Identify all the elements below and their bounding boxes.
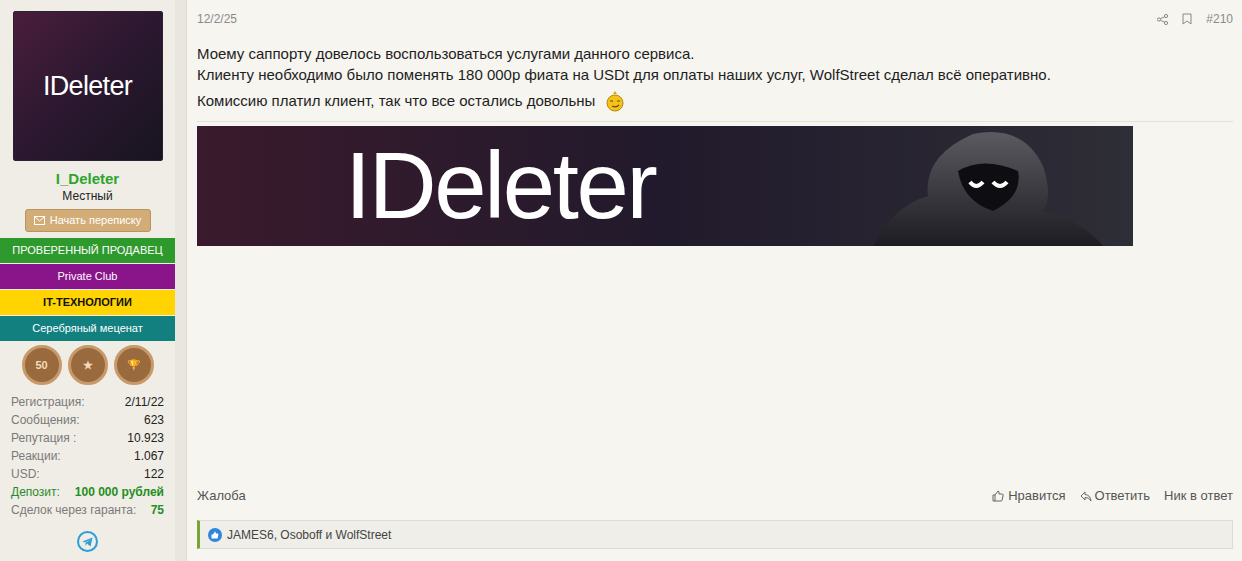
- post-line: Клиенту необходимо было поменять 180 000…: [197, 64, 1233, 85]
- user-title: Местный: [62, 188, 112, 204]
- trophy-icon[interactable]: ★: [68, 345, 108, 385]
- stat-row: Депозит:100 000 рублей: [11, 483, 164, 501]
- like-button[interactable]: Нравится: [992, 486, 1065, 506]
- stat-row: USD:122: [11, 465, 164, 483]
- post-number[interactable]: #210: [1206, 10, 1233, 28]
- user-banner: IT-ТЕХНОЛОГИИ: [0, 290, 175, 315]
- post-line: Комиссию платил клиент, так что все оста…: [197, 90, 595, 113]
- bookmark-icon[interactable]: [1182, 13, 1192, 25]
- user-panel: IDeleter I_Deleter Местный Начать перепи…: [0, 0, 175, 561]
- user-banner: Private Club: [0, 264, 175, 289]
- user-banner: ПРОВЕРЕННЫЙ ПРОДАВЕЦ: [0, 238, 175, 263]
- post-body: Моему саппорту довелось воспользоваться …: [197, 43, 1233, 113]
- quote-nick-button[interactable]: Ник в ответ: [1164, 486, 1233, 506]
- stat-row: Репутация :10.923: [11, 429, 164, 447]
- like-icon: [208, 528, 222, 542]
- post-banner: IDeleter: [197, 126, 1133, 246]
- stat-row: Реакции:1.067: [11, 447, 164, 465]
- message-button[interactable]: Начать переписку: [25, 209, 151, 232]
- report-link[interactable]: Жалоба: [197, 486, 246, 506]
- avatar[interactable]: IDeleter: [13, 11, 163, 161]
- thumbs-up-icon: [992, 490, 1004, 502]
- reactions-bar[interactable]: JAMES6, Osoboff и WolfStreet: [197, 520, 1233, 549]
- username[interactable]: I_Deleter: [56, 170, 119, 188]
- reply-button[interactable]: Ответить: [1080, 486, 1151, 506]
- stat-row: Регистрация:2/11/22: [11, 393, 164, 411]
- user-banner: Серебряный меценат: [0, 316, 175, 341]
- post-line: Моему саппорту довелось воспользоваться …: [197, 43, 1233, 64]
- hooded-figure-icon: [833, 126, 1133, 246]
- envelope-icon: [34, 216, 45, 225]
- share-icon[interactable]: [1157, 14, 1168, 25]
- telegram-icon[interactable]: [77, 531, 98, 552]
- reply-icon: [1080, 491, 1092, 502]
- stat-row: Сообщения:623: [11, 411, 164, 429]
- trophy-icon[interactable]: 🏆: [114, 345, 154, 385]
- stat-row: Сделок через гаранта:75: [11, 501, 164, 519]
- reactions-names: JAMES6, Osoboff и WolfStreet: [227, 526, 391, 544]
- smirk-emoji-icon: [605, 90, 625, 112]
- trophy-icon[interactable]: 50: [22, 345, 62, 385]
- post-date[interactable]: 12/2/25: [197, 10, 237, 28]
- post: 12/2/25 #210 Моему саппорту довелось вос…: [186, 0, 1242, 561]
